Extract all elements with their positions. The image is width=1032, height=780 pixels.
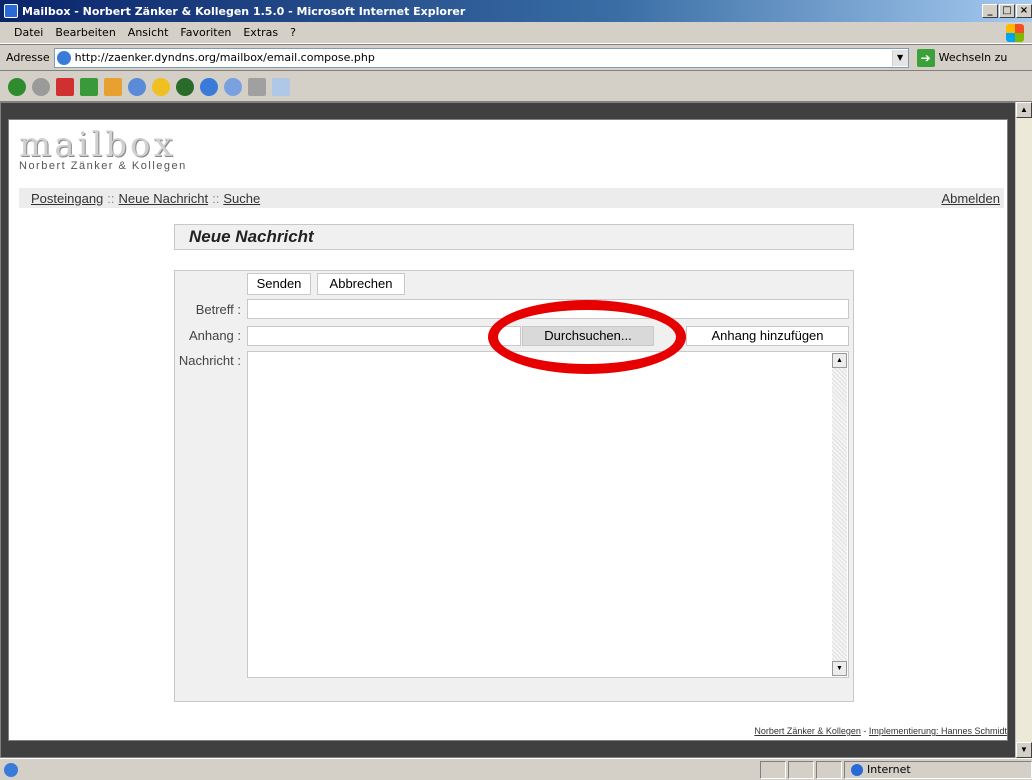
mail-icon[interactable]: [224, 77, 242, 96]
status-cells: Internet: [758, 760, 1032, 779]
status-zone: Internet: [844, 760, 1032, 779]
page-icon: [56, 50, 71, 65]
nav-inbox-link[interactable]: Posteingang: [31, 191, 103, 206]
history-icon[interactable]: [200, 77, 218, 96]
menu-bar: Datei Bearbeiten Ansicht Favoriten Extra…: [0, 22, 1032, 44]
nav-new-message-link[interactable]: Neue Nachricht: [119, 191, 209, 206]
search-icon[interactable]: [128, 77, 146, 96]
address-input[interactable]: http://zaenker.dyndns.org/mailbox/email.…: [53, 47, 909, 68]
windows-logo-icon: [1006, 24, 1024, 42]
scroll-down-icon[interactable]: ▼: [1016, 742, 1032, 758]
edit-icon[interactable]: [272, 77, 290, 96]
nav-separator: ::: [107, 190, 115, 206]
home-icon[interactable]: [104, 77, 122, 96]
message-scrollbar[interactable]: ▲ ▼: [832, 353, 847, 676]
nav-search-link[interactable]: Suche: [223, 191, 260, 206]
page-title: Neue Nachricht: [174, 224, 854, 250]
attachment-label: Anhang :: [188, 328, 241, 343]
menu-extras[interactable]: Extras: [243, 26, 278, 39]
globe-icon: [851, 763, 863, 776]
nav-bar: Posteingang :: Neue Nachricht :: Suche A…: [19, 188, 1004, 208]
forward-icon[interactable]: [32, 77, 50, 96]
footer-implementation-link[interactable]: Implementierung: Hannes Schmidt: [869, 726, 1007, 736]
message-textarea[interactable]: ▲ ▼: [247, 351, 849, 678]
attachment-input[interactable]: [247, 326, 521, 346]
go-label: Wechseln zu: [938, 51, 1008, 64]
menu-bearbeiten[interactable]: Bearbeiten: [55, 26, 115, 39]
logo-company: Norbert Zänker & Kollegen: [19, 160, 187, 172]
add-attachment-button[interactable]: Anhang hinzufügen: [686, 326, 849, 346]
go-arrow-icon: ➔: [916, 48, 935, 67]
favorites-icon[interactable]: [152, 77, 170, 96]
address-url[interactable]: http://zaenker.dyndns.org/mailbox/email.…: [75, 51, 892, 64]
status-cell: [788, 760, 814, 779]
window-title: Mailbox - Norbert Zänker & Kollegen 1.5.…: [22, 4, 466, 18]
status-cell: [760, 760, 786, 779]
menu-datei[interactable]: Datei: [14, 26, 43, 39]
menu-ansicht[interactable]: Ansicht: [128, 26, 169, 39]
cancel-button[interactable]: Abbrechen: [317, 273, 405, 295]
nav-separator: ::: [212, 190, 220, 206]
go-button[interactable]: ➔ Wechseln zu: [916, 48, 1008, 67]
footer-company-link[interactable]: Norbert Zänker & Kollegen: [754, 726, 861, 736]
logout-link[interactable]: Abmelden: [941, 191, 1000, 206]
mailbox-logo: mailbox Norbert Zänker & Kollegen: [19, 128, 187, 172]
close-button[interactable]: ×: [1016, 4, 1032, 18]
web-page: mailbox Norbert Zänker & Kollegen Postei…: [8, 119, 1008, 741]
logo-text: mailbox: [19, 125, 176, 165]
status-zone-label: Internet: [867, 763, 911, 776]
status-cell: [816, 760, 842, 779]
address-label: Adresse: [6, 51, 50, 64]
page-footer: Norbert Zänker & Kollegen - Implementier…: [754, 726, 1007, 736]
refresh-icon[interactable]: [80, 77, 98, 96]
status-page-icon: [4, 762, 18, 777]
scroll-up-icon[interactable]: ▲: [1016, 102, 1032, 118]
minimize-button[interactable]: _: [982, 4, 998, 18]
address-dropdown-icon[interactable]: ▼: [891, 49, 908, 66]
textarea-scroll-down-icon[interactable]: ▼: [832, 661, 847, 676]
page-scrollbar[interactable]: ▲ ▼: [1015, 102, 1032, 758]
footer-separator: -: [860, 726, 869, 736]
title-bar: Mailbox - Norbert Zänker & Kollegen 1.5.…: [0, 0, 1032, 22]
ie-icon: [4, 4, 18, 18]
menu-help[interactable]: ?: [290, 26, 296, 39]
message-label: Nachricht :: [178, 353, 241, 368]
send-button[interactable]: Senden: [247, 273, 311, 295]
print-icon[interactable]: [248, 77, 266, 96]
toolbar: [0, 72, 1032, 102]
maximize-button[interactable]: □: [999, 4, 1015, 18]
menu-favoriten[interactable]: Favoriten: [180, 26, 231, 39]
address-bar: Adresse http://zaenker.dyndns.org/mailbo…: [0, 45, 1032, 71]
media-icon[interactable]: [176, 77, 194, 96]
stop-icon[interactable]: [56, 77, 74, 96]
subject-label: Betreff :: [195, 302, 241, 317]
textarea-scroll-up-icon[interactable]: ▲: [832, 353, 847, 368]
status-bar: Internet: [0, 758, 1032, 780]
highlight-circle: [488, 300, 686, 374]
back-icon[interactable]: [8, 77, 26, 96]
